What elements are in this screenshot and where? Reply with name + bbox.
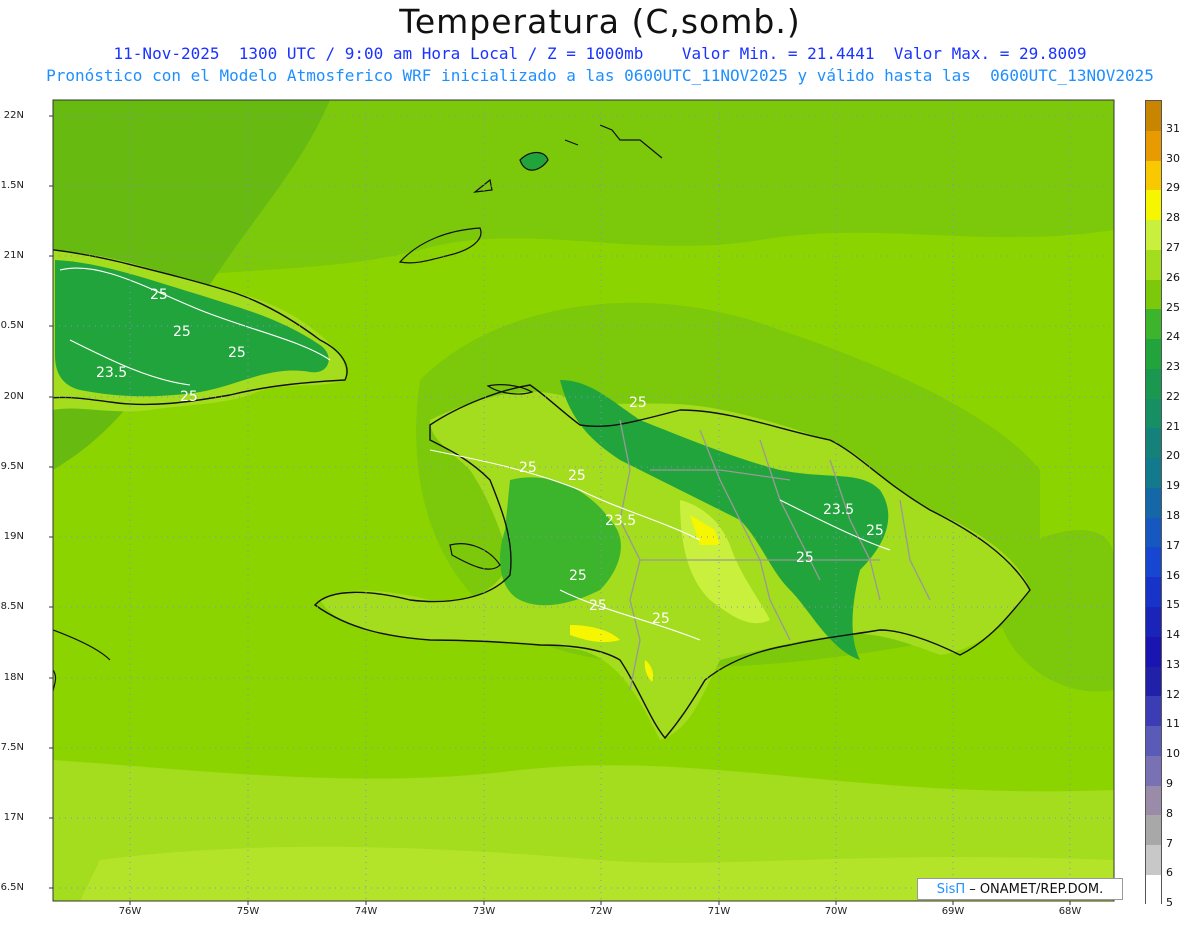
contour-label: 25: [180, 389, 198, 405]
temperature-map: 25 25 25 23.5 25 25 25 25 23.5 25 25 25 …: [49, 99, 1115, 905]
contour-label: 25: [866, 523, 884, 539]
colorbar-swatch: [1146, 309, 1161, 340]
lat-label: 9.5N: [0, 461, 24, 472]
colorbar-label: 19: [1166, 479, 1180, 493]
colorbar-label: 26: [1166, 270, 1180, 284]
credit-box: SisΠ – ONAMET/REP.DOM.: [917, 878, 1123, 900]
colorbar-label: 18: [1166, 509, 1180, 522]
lon-label: 72W: [589, 906, 613, 917]
contour-label: 25: [228, 345, 246, 361]
colorbar-label: 20: [1166, 449, 1180, 463]
colorbar-swatch: [1146, 726, 1161, 756]
colorbar-label: 24: [1166, 330, 1180, 344]
colorbar-label: 13: [1166, 657, 1180, 671]
contour-label: 23.5: [96, 365, 127, 381]
colorbar-swatch: [1146, 339, 1161, 369]
colorbar-swatch: [1146, 547, 1161, 578]
contour-label: 25: [589, 598, 607, 614]
colorbar-label: 30: [1166, 151, 1180, 165]
colorbar-swatch: [1146, 458, 1161, 488]
lat-label: 17N: [3, 812, 24, 823]
colorbar: [1145, 100, 1162, 905]
colorbar-label: 27: [1166, 241, 1180, 254]
lat-label: 22N: [3, 110, 24, 121]
contour-label: 25: [652, 611, 670, 627]
lon-label: 70W: [824, 906, 848, 917]
colorbar-swatch: [1146, 101, 1161, 131]
lat-label: 6.5N: [0, 882, 24, 893]
contour-label: 25: [173, 324, 191, 340]
colorbar-swatch: [1146, 815, 1161, 846]
lat-label: 21N: [3, 250, 24, 261]
colorbar-swatch: [1146, 398, 1161, 429]
colorbar-swatch: [1146, 577, 1161, 608]
lon-label: 69W: [941, 906, 965, 917]
colorbar-label: 6: [1166, 866, 1173, 880]
colorbar-label: 5: [1166, 896, 1173, 910]
lat-label: 18N: [3, 672, 24, 683]
contour-label: 25: [629, 395, 647, 411]
colorbar-swatch: [1146, 785, 1161, 816]
colorbar-swatch: [1146, 845, 1161, 875]
colorbar-swatch: [1146, 160, 1161, 191]
colorbar-swatch: [1146, 666, 1161, 697]
lat-label: 0.5N: [0, 320, 24, 331]
credit-text: – ONAMET/REP.DOM.: [969, 881, 1104, 897]
colorbar-label: 28: [1166, 211, 1180, 225]
colorbar-label: 17: [1166, 538, 1180, 552]
contour-label: 25: [796, 550, 814, 566]
colorbar-swatch: [1146, 755, 1161, 786]
colorbar-label: 12: [1166, 687, 1180, 701]
contour-label: 25: [519, 460, 537, 476]
lat-label: 8.5N: [0, 601, 24, 612]
colorbar-label: 16: [1166, 568, 1180, 582]
colorbar-swatch: [1146, 190, 1161, 221]
colorbar-swatch: [1146, 696, 1161, 727]
colorbar-swatch: [1146, 607, 1161, 637]
colorbar-swatch: [1146, 279, 1161, 310]
lat-label: 7.5N: [0, 742, 24, 753]
colorbar-swatch: [1146, 874, 1161, 905]
colorbar-swatch: [1146, 368, 1161, 399]
colorbar-swatch: [1146, 249, 1161, 280]
lon-label: 71W: [707, 906, 731, 917]
colorbar-label: 7: [1166, 836, 1173, 850]
colorbar-label: 29: [1166, 181, 1180, 195]
colorbar-swatch: [1146, 220, 1161, 250]
lat-label: 19N: [3, 531, 24, 542]
colorbar-label: 14: [1166, 628, 1180, 642]
contour-label: 23.5: [605, 513, 636, 529]
colorbar-swatch: [1146, 636, 1161, 667]
colorbar-label: 9: [1166, 777, 1173, 790]
colorbar-swatch: [1146, 130, 1161, 161]
lon-label: 74W: [354, 906, 378, 917]
colorbar-label: 23: [1166, 360, 1180, 374]
contour-label: 25: [568, 468, 586, 484]
colorbar-label: 10: [1166, 747, 1180, 761]
colorbar-label: 31: [1166, 121, 1180, 135]
lon-label: 68W: [1058, 906, 1082, 917]
colorbar-label: 22: [1166, 389, 1180, 403]
colorbar-swatch: [1146, 517, 1161, 548]
contour-label: 23.5: [823, 502, 854, 518]
colorbar-label: 25: [1166, 300, 1180, 314]
lon-label: 76W: [118, 906, 142, 917]
colorbar-swatch: [1146, 428, 1161, 459]
contour-label: 25: [569, 568, 587, 584]
lat-label: 20N: [3, 391, 24, 402]
colorbar-label: 11: [1166, 717, 1180, 731]
lat-label: 1.5N: [0, 180, 24, 191]
colorbar-label: 21: [1166, 419, 1180, 433]
lon-label: 73W: [472, 906, 496, 917]
colorbar-swatch: [1146, 487, 1161, 518]
colorbar-label: 15: [1166, 598, 1180, 612]
contour-label: 25: [150, 287, 168, 303]
lon-label: 75W: [236, 906, 260, 917]
colorbar-label: 8: [1166, 806, 1173, 820]
sis-logo: SisΠ: [936, 881, 966, 897]
